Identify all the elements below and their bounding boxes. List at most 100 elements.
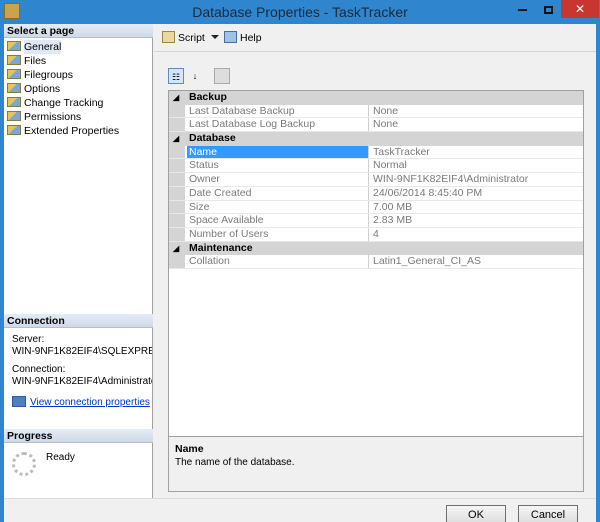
property-value: 7.00 MB	[373, 200, 413, 213]
category-label: Backup	[189, 91, 227, 103]
property-value: 24/06/2014 8:45:40 PM	[373, 186, 483, 199]
progress-spinner-icon	[12, 452, 36, 476]
help-button[interactable]: Help	[224, 31, 262, 44]
collapse-icon[interactable]: ◢	[173, 132, 179, 146]
page-icon	[7, 69, 21, 79]
property-name: Status	[187, 159, 369, 173]
page-item-label: Options	[24, 83, 61, 95]
categorized-view-button[interactable]: ☷	[168, 68, 184, 84]
database-properties-window: Database Properties - TaskTracker ✕ Sele…	[0, 0, 600, 522]
page-item-change-tracking[interactable]: Change Tracking	[4, 96, 153, 110]
property-row[interactable]: Owner WIN-9NF1K82EIF4\Administrator	[169, 173, 583, 187]
server-value: WIN-9NF1K82EIF4\SQLEXPRES	[12, 346, 152, 357]
progress-header: Progress	[4, 429, 153, 443]
page-item-extended-properties[interactable]: Extended Properties	[4, 124, 153, 138]
collapse-icon[interactable]: ◢	[173, 91, 179, 105]
property-row[interactable]: Number of Users 4	[169, 227, 583, 242]
page-item-files[interactable]: Files	[4, 54, 153, 68]
description-title: Name	[175, 443, 204, 455]
connection-properties-icon	[12, 396, 26, 407]
page-item-label: Files	[24, 55, 47, 67]
category-label: Database	[189, 132, 236, 145]
property-value: Normal	[373, 159, 407, 172]
view-connection-properties[interactable]: View connection properties	[12, 396, 150, 408]
left-pane: Select a page General Files Filegroups O…	[4, 24, 153, 498]
property-value: None	[373, 118, 399, 131]
category-database[interactable]: ◢ Database	[169, 132, 583, 146]
property-row[interactable]: Size 7.00 MB	[169, 200, 583, 215]
server-label: Server:	[12, 334, 45, 345]
page-icon	[7, 111, 21, 121]
page-icon	[7, 97, 21, 107]
property-value: Latin1_General_CI_AS	[373, 255, 481, 268]
property-row[interactable]: Last Database Log Backup None	[169, 118, 583, 133]
categorized-icon: ☷	[171, 72, 181, 82]
property-value: 2.83 MB	[373, 214, 413, 227]
property-name: Size	[187, 200, 369, 214]
property-row[interactable]: Space Available 2.83 MB	[169, 214, 583, 228]
view-connection-properties-link[interactable]: View connection properties	[30, 397, 150, 408]
script-label: Script	[178, 32, 205, 44]
property-name: Space Available	[187, 214, 369, 227]
close-icon: ✕	[574, 2, 586, 16]
ok-button[interactable]: OK	[446, 505, 506, 522]
script-icon	[162, 31, 175, 43]
dialog-buttons: OK Cancel	[4, 498, 596, 522]
close-button[interactable]: ✕	[561, 0, 599, 18]
property-name: Name	[187, 145, 369, 159]
page-item-options[interactable]: Options	[4, 82, 153, 96]
connection-header: Connection	[4, 314, 153, 328]
page-item-permissions[interactable]: Permissions	[4, 110, 153, 124]
toolbar: Script Help	[154, 24, 596, 52]
property-value: 4	[373, 227, 379, 240]
help-icon	[224, 31, 237, 43]
page-icon	[7, 41, 21, 51]
property-row[interactable]: Date Created 24/06/2014 8:45:40 PM	[169, 186, 583, 201]
property-name: Number of Users	[187, 227, 369, 241]
property-name: Date Created	[187, 186, 369, 200]
dialog-client: Select a page General Files Filegroups O…	[4, 24, 596, 522]
category-backup[interactable]: ◢ Backup	[169, 91, 583, 105]
page-icon	[7, 125, 21, 135]
property-row[interactable]: Collation Latin1_General_CI_AS	[169, 255, 583, 269]
property-row[interactable]: Last Database Backup None	[169, 104, 583, 119]
connection-label: Connection:	[12, 364, 66, 375]
property-row-selected[interactable]: Name TaskTracker	[169, 145, 583, 160]
script-button[interactable]: Script	[162, 31, 219, 44]
right-pane: Script Help ☷ ↓ ◢ Backup Last Database Ba…	[154, 24, 596, 498]
property-row[interactable]: Status Normal	[169, 159, 583, 174]
minimize-icon	[517, 8, 527, 11]
property-grid: ◢ Backup Last Database Backup None Last Da…	[168, 90, 584, 454]
page-item-general[interactable]: General	[4, 40, 153, 54]
property-name: Last Database Log Backup	[187, 118, 369, 132]
alphabetical-view-button[interactable]: ↓	[187, 68, 203, 84]
cancel-button[interactable]: Cancel	[518, 505, 578, 522]
sort-alpha-icon: ↓	[192, 71, 198, 81]
connection-info: Server: WIN-9NF1K82EIF4\SQLEXPRES Connec…	[12, 334, 152, 388]
page-icon	[7, 55, 21, 65]
window-title: Database Properties - TaskTracker	[192, 4, 408, 20]
category-maintenance[interactable]: ◢ Maintenance	[169, 241, 583, 256]
property-pages-button[interactable]	[214, 68, 230, 84]
page-item-label: General	[24, 40, 62, 54]
title-bar[interactable]: Database Properties - TaskTracker ✕	[0, 0, 600, 24]
property-value: None	[373, 104, 399, 117]
description-text: The name of the database.	[175, 457, 295, 468]
page-item-filegroups[interactable]: Filegroups	[4, 68, 153, 82]
collapse-icon[interactable]: ◢	[173, 242, 179, 256]
progress-area: Ready	[12, 452, 152, 482]
property-value: WIN-9NF1K82EIF4\Administrator	[373, 173, 529, 186]
chevron-down-icon[interactable]	[210, 35, 219, 39]
connection-value: WIN-9NF1K82EIF4\Administrator	[12, 376, 152, 387]
page-item-label: Extended Properties	[24, 125, 120, 137]
maximize-button[interactable]	[535, 0, 561, 18]
minimize-button[interactable]	[509, 0, 535, 18]
property-value: TaskTracker	[373, 145, 430, 158]
page-list: General Files Filegroups Options Change …	[4, 40, 153, 138]
page-item-label: Filegroups	[24, 69, 74, 81]
help-label: Help	[240, 32, 262, 44]
category-label: Maintenance	[189, 241, 253, 254]
property-name: Collation	[187, 255, 369, 268]
progress-status: Ready	[46, 452, 75, 463]
select-page-header: Select a page	[4, 24, 153, 38]
